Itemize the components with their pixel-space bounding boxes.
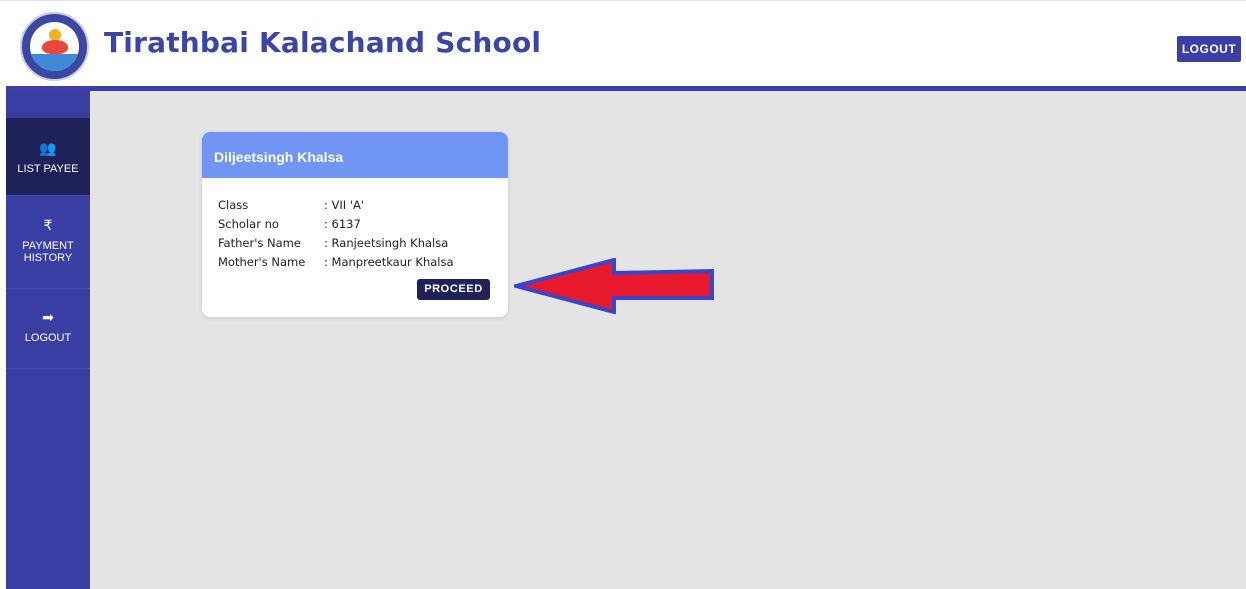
sign-out-icon: ➡: [42, 309, 54, 325]
field-value: : VII 'A': [324, 198, 365, 212]
field-value: : Manpreetkaur Khalsa: [324, 255, 454, 269]
field-label: Class: [218, 198, 249, 212]
sidebar-item-label: LOGOUT: [24, 332, 72, 344]
sidebar-item-logout[interactable]: ➡ LOGOUT: [6, 289, 90, 369]
field-value: : 6137: [324, 217, 361, 231]
student-card: Diljeetsingh Khalsa Class : VII 'A' Schol…: [202, 132, 508, 317]
school-logo-icon: [20, 12, 89, 81]
sidebar: 👥 LIST PAYEE ₹ PAYMENT HISTORY ➡ LOGOUT: [6, 91, 90, 589]
field-label: Scholar no: [218, 217, 279, 231]
student-name: Diljeetsingh Khalsa: [202, 132, 508, 178]
field-mother-name: Mother's Name : Manpreetkaur Khalsa: [218, 255, 454, 269]
field-class: Class : VII 'A': [218, 198, 364, 212]
header: Tirathbai Kalachand School LOGOUT: [0, 0, 1246, 86]
sidebar-item-payment-history[interactable]: ₹ PAYMENT HISTORY: [6, 196, 90, 289]
rupee-icon: ₹: [43, 217, 53, 233]
header-logout-button[interactable]: LOGOUT: [1177, 36, 1241, 62]
sidebar-item-label: LIST PAYEE: [17, 163, 79, 175]
sidebar-item-label: HISTORY: [23, 252, 73, 264]
users-icon: 👥: [39, 140, 57, 156]
field-scholar-no: Scholar no : 6137: [218, 217, 361, 231]
site-title: Tirathbai Kalachand School: [104, 26, 542, 59]
field-label: Mother's Name: [218, 255, 306, 269]
field-value: : Ranjeetsingh Khalsa: [324, 236, 449, 250]
field-father-name: Father's Name : Ranjeetsingh Khalsa: [218, 236, 448, 250]
sidebar-item-list-payee[interactable]: 👥 LIST PAYEE: [6, 118, 90, 196]
sidebar-item-label: PAYMENT: [22, 240, 74, 252]
field-label: Father's Name: [218, 236, 301, 250]
proceed-button[interactable]: PROCEED: [417, 279, 490, 300]
red-arrow-icon: [514, 258, 714, 314]
app-root: Tirathbai Kalachand School LOGOUT 👥 LIST…: [0, 0, 1246, 589]
